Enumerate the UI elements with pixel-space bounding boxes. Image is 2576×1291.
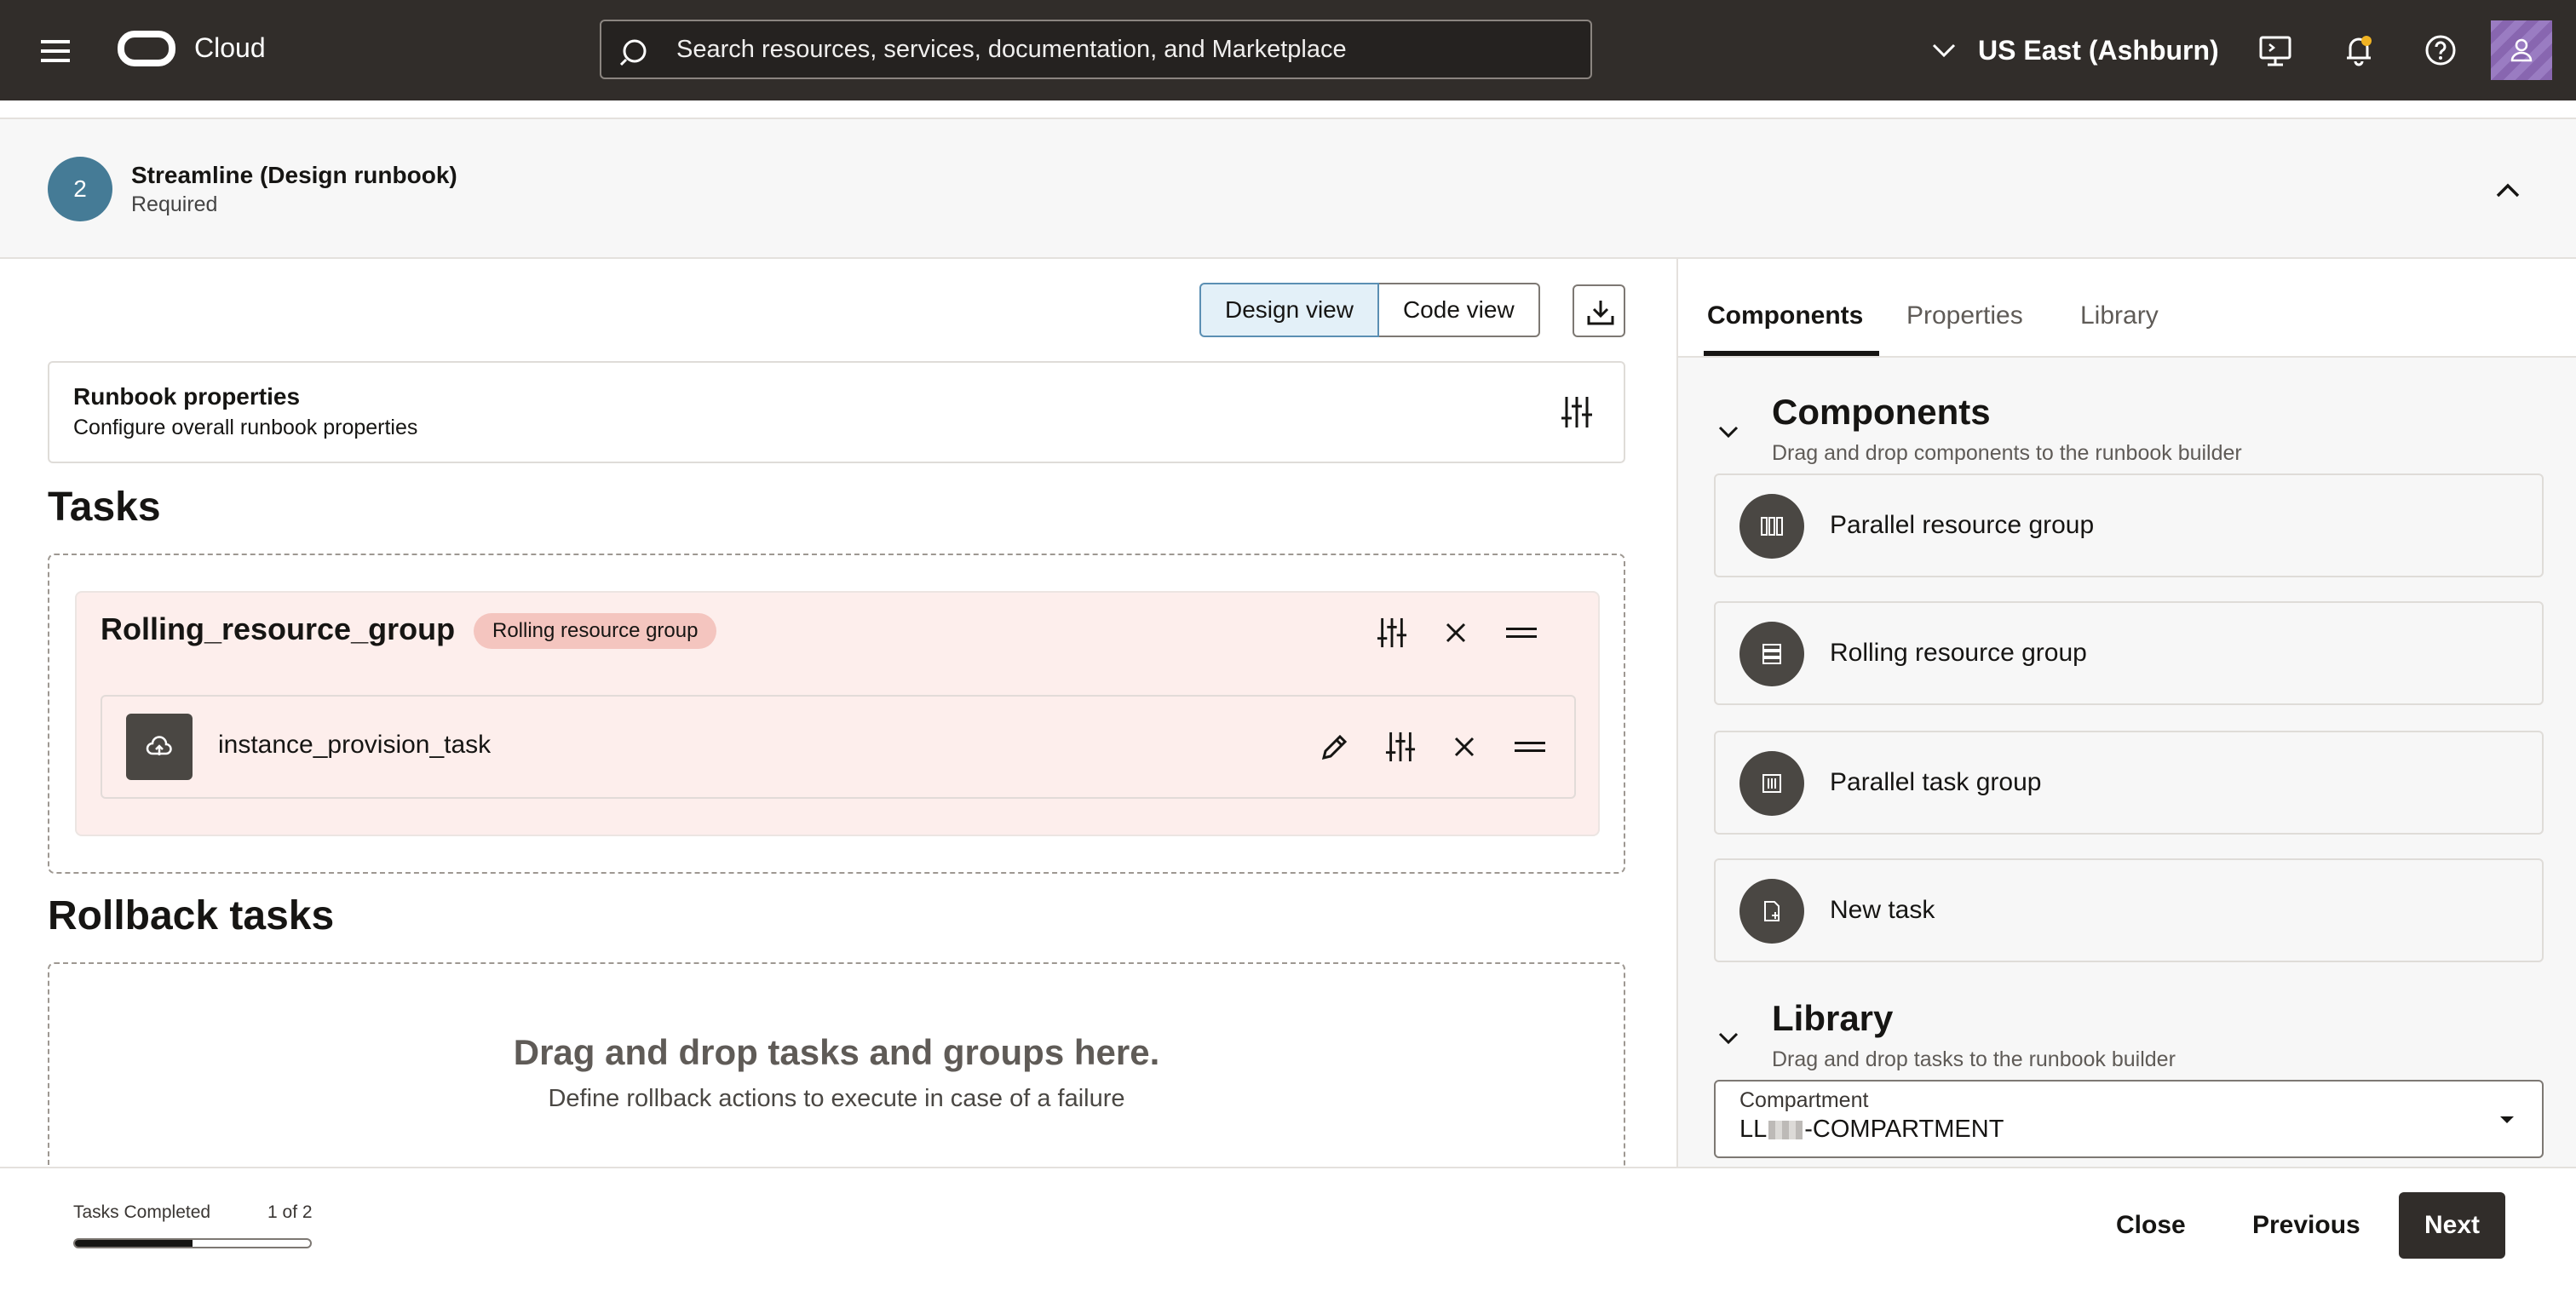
caret-down-icon bbox=[2500, 1116, 2514, 1123]
task-name: instance_provision_task bbox=[218, 731, 492, 759]
task-remove-icon[interactable] bbox=[1452, 734, 1477, 760]
design-view-button[interactable]: Design view bbox=[1199, 283, 1379, 337]
wizard-footer: Tasks Completed 1 of 2 Close Previous Ne… bbox=[0, 1167, 2576, 1291]
progress-count: 1 of 2 bbox=[267, 1202, 313, 1222]
cloud-upload-icon bbox=[126, 714, 193, 780]
components-collapse-chevron-icon[interactable] bbox=[1716, 422, 1741, 441]
search-input[interactable] bbox=[676, 21, 1562, 77]
help-icon[interactable] bbox=[2421, 31, 2460, 70]
component-label: Rolling resource group bbox=[1830, 639, 2087, 667]
runbook-properties-subtitle: Configure overall runbook properties bbox=[73, 416, 418, 439]
top-navigation-bar: Cloud US East (Ashburn) bbox=[0, 0, 2576, 100]
next-button[interactable]: Next bbox=[2399, 1192, 2506, 1259]
compartment-label: Compartment bbox=[1739, 1088, 1869, 1112]
component-label: Parallel resource group bbox=[1830, 511, 2095, 539]
rollback-tasks-heading: Rollback tasks bbox=[48, 893, 335, 938]
new-task-icon bbox=[1739, 879, 1804, 944]
builder-side-panel: Components Properties Library Components… bbox=[1676, 259, 2576, 1167]
redacted-text bbox=[1768, 1121, 1803, 1140]
compartment-suffix: -COMPARTMENT bbox=[1804, 1116, 2004, 1143]
runbook-properties-title: Runbook properties bbox=[73, 383, 301, 410]
parallel-task-group-icon bbox=[1739, 751, 1804, 816]
settings-sliders-icon[interactable] bbox=[1561, 395, 1593, 429]
task-drag-handle-icon[interactable] bbox=[1513, 739, 1547, 755]
search-icon bbox=[620, 37, 654, 71]
task-card[interactable]: instance_provision_task bbox=[101, 695, 1576, 799]
component-rolling-resource-group[interactable]: Rolling resource group bbox=[1714, 601, 2544, 705]
group-name: Rolling_resource_group bbox=[101, 611, 456, 646]
compartment-value: LL -COMPARTMENT bbox=[1739, 1116, 2004, 1144]
region-label: US East (Ashburn) bbox=[1978, 34, 2219, 66]
progress-bar bbox=[73, 1238, 312, 1248]
notifications-bell-icon[interactable] bbox=[2339, 31, 2378, 70]
task-settings-icon[interactable] bbox=[1385, 731, 1416, 763]
component-label: New task bbox=[1830, 896, 1935, 924]
compartment-select[interactable]: Compartment LL -COMPARTMENT bbox=[1714, 1080, 2544, 1158]
step-title: Streamline (Design runbook) bbox=[131, 162, 457, 188]
user-avatar[interactable] bbox=[2491, 20, 2552, 80]
rollback-drop-subtitle: Define rollback actions to execute in ca… bbox=[548, 1085, 1125, 1112]
tasks-heading: Tasks bbox=[48, 485, 161, 530]
progress-label: Tasks Completed bbox=[73, 1202, 211, 1222]
cloud-shell-icon[interactable] bbox=[2256, 31, 2295, 70]
step-subtitle: Required bbox=[131, 192, 218, 216]
oracle-logo[interactable] bbox=[118, 31, 175, 66]
rolling-resource-group-icon bbox=[1739, 622, 1804, 686]
region-selector[interactable]: US East (Ashburn) bbox=[1929, 31, 2219, 70]
library-collapse-chevron-icon[interactable] bbox=[1716, 1029, 1741, 1047]
resource-group-card[interactable]: Rolling_resource_group Rolling resource … bbox=[75, 591, 1600, 836]
step-number-badge: 2 bbox=[48, 157, 112, 221]
library-subtitle: Drag and drop tasks to the runbook build… bbox=[1772, 1047, 2176, 1071]
download-icon bbox=[1587, 301, 1614, 325]
library-heading: Library bbox=[1772, 998, 1894, 1038]
component-label: Parallel task group bbox=[1830, 768, 2042, 796]
parallel-resource-group-icon bbox=[1739, 494, 1804, 559]
group-type-badge: Rolling resource group bbox=[474, 613, 717, 649]
brand-label[interactable]: Cloud bbox=[194, 32, 266, 64]
tab-properties[interactable]: Properties bbox=[1906, 301, 2023, 330]
code-view-button[interactable]: Code view bbox=[1378, 283, 1540, 337]
view-toggle: Design view Code view bbox=[1199, 283, 1540, 337]
group-remove-icon[interactable] bbox=[1443, 620, 1469, 646]
progress-bar-fill bbox=[75, 1240, 193, 1247]
download-button[interactable] bbox=[1573, 284, 1625, 337]
component-new-task[interactable]: New task bbox=[1714, 858, 2544, 962]
close-button[interactable]: Close bbox=[2116, 1192, 2186, 1259]
user-icon bbox=[2510, 38, 2533, 62]
component-parallel-resource-group[interactable]: Parallel resource group bbox=[1714, 473, 2544, 577]
component-parallel-task-group[interactable]: Parallel task group bbox=[1714, 731, 2544, 835]
group-settings-icon[interactable] bbox=[1377, 617, 1407, 649]
rollback-drop-zone[interactable]: Drag and drop tasks and groups here. Def… bbox=[48, 962, 1625, 1184]
rollback-drop-title: Drag and drop tasks and groups here. bbox=[513, 1032, 1160, 1072]
components-heading: Components bbox=[1772, 392, 1991, 432]
tasks-drop-zone[interactable]: Rolling_resource_group Rolling resource … bbox=[48, 554, 1625, 874]
group-drag-handle-icon[interactable] bbox=[1504, 625, 1538, 640]
components-subtitle: Drag and drop components to the runbook … bbox=[1772, 441, 2242, 465]
chevron-up-icon[interactable] bbox=[2491, 177, 2525, 203]
previous-button[interactable]: Previous bbox=[2252, 1192, 2360, 1259]
runbook-properties-card[interactable]: Runbook properties Configure overall run… bbox=[48, 361, 1625, 463]
panel-tabs: Components Properties Library bbox=[1678, 259, 2576, 358]
compartment-prefix: LL bbox=[1739, 1116, 1768, 1143]
global-search[interactable] bbox=[600, 20, 1592, 79]
active-tab-indicator bbox=[1704, 351, 1879, 356]
tab-components[interactable]: Components bbox=[1707, 301, 1863, 330]
hamburger-menu-icon[interactable] bbox=[37, 34, 78, 68]
tab-library[interactable]: Library bbox=[2080, 301, 2159, 330]
step-header: 2 Streamline (Design runbook) Required bbox=[0, 119, 2576, 259]
edit-pencil-icon[interactable] bbox=[1319, 732, 1349, 763]
chevron-down-icon bbox=[1932, 43, 1956, 58]
